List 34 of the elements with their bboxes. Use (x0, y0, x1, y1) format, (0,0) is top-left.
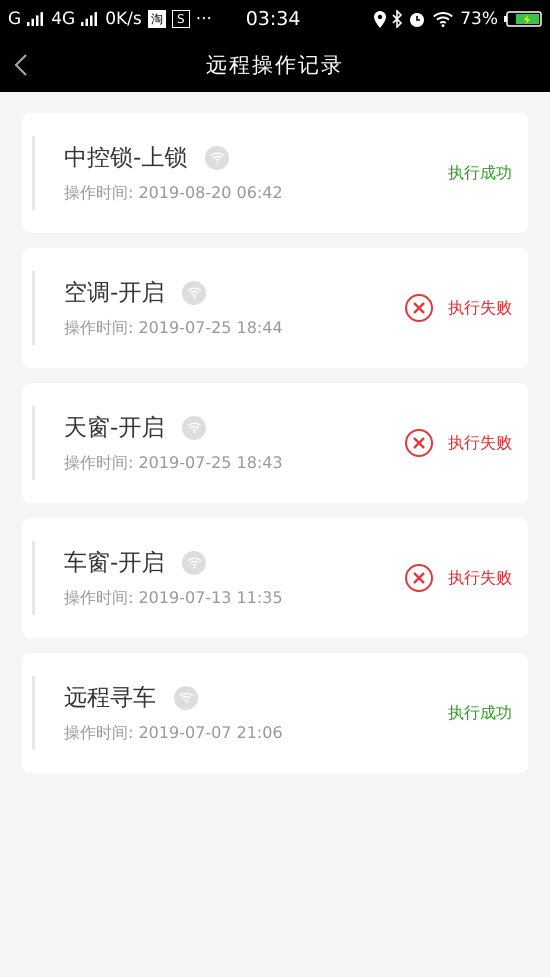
page-title: 远程操作记录 (206, 52, 344, 79)
bluetooth-icon (392, 10, 402, 28)
battery-icon (504, 11, 542, 27)
clock: 03:34 (244, 8, 302, 30)
notification-icon: 淘 (148, 10, 166, 28)
record-title: 空调-开启 (64, 279, 164, 308)
signal-icon (81, 12, 100, 26)
record-title: 天窗-开启 (64, 414, 164, 443)
record-time: 操作时间: 2019-07-25 18:44 (64, 318, 284, 339)
record-title: 中控锁-上锁 (64, 144, 188, 173)
result-label: 执行成功 (448, 702, 512, 724)
record-title: 远程寻车 (64, 684, 156, 713)
back-icon (14, 53, 28, 77)
battery-label: 73% (460, 9, 498, 29)
result-label: 执行失败 (448, 432, 512, 454)
more-label: ··· (196, 9, 212, 29)
alarm-icon (408, 10, 426, 28)
error-icon (404, 428, 434, 458)
notification-icon: S (172, 10, 190, 28)
result-label: 执行失败 (448, 568, 512, 588)
result-label: 执行失败 (448, 298, 512, 318)
result-label: 执行成功 (448, 162, 512, 184)
record-time: 操作时间: 2019-08-20 06:42 (64, 183, 284, 204)
location-icon (374, 10, 386, 28)
network-label: G (8, 9, 22, 29)
record-time: 操作时间: 2019-07-25 18:43 (64, 453, 284, 474)
speed-label: 0K/s (105, 9, 142, 29)
record-time: 操作时间: 2019-07-13 11:35 (64, 588, 284, 609)
network-label: 4G (51, 9, 76, 29)
record-title: 车窗-开启 (64, 549, 164, 578)
error-icon (404, 293, 434, 323)
signal-icon (27, 12, 46, 26)
record-time: 操作时间: 2019-07-07 21:06 (64, 723, 284, 744)
error-icon (404, 563, 434, 593)
